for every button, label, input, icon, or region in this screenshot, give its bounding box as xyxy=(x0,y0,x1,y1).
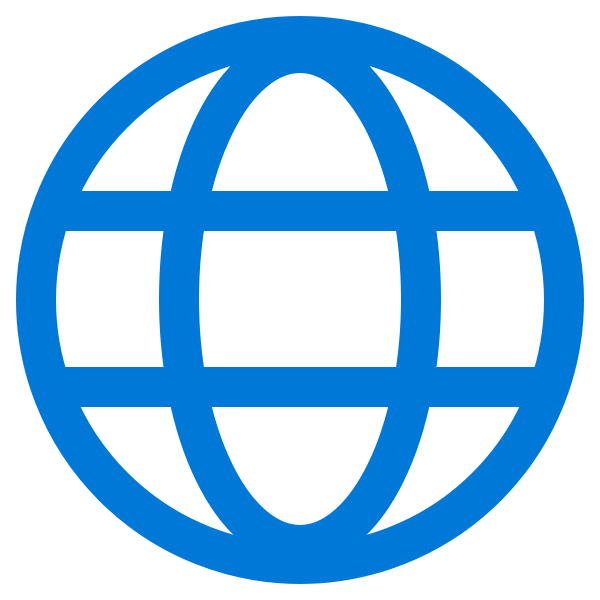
icon-canvas xyxy=(0,0,600,600)
globe-meridian xyxy=(159,33,441,565)
globe-icon xyxy=(16,16,584,584)
globe-outline xyxy=(16,16,584,584)
